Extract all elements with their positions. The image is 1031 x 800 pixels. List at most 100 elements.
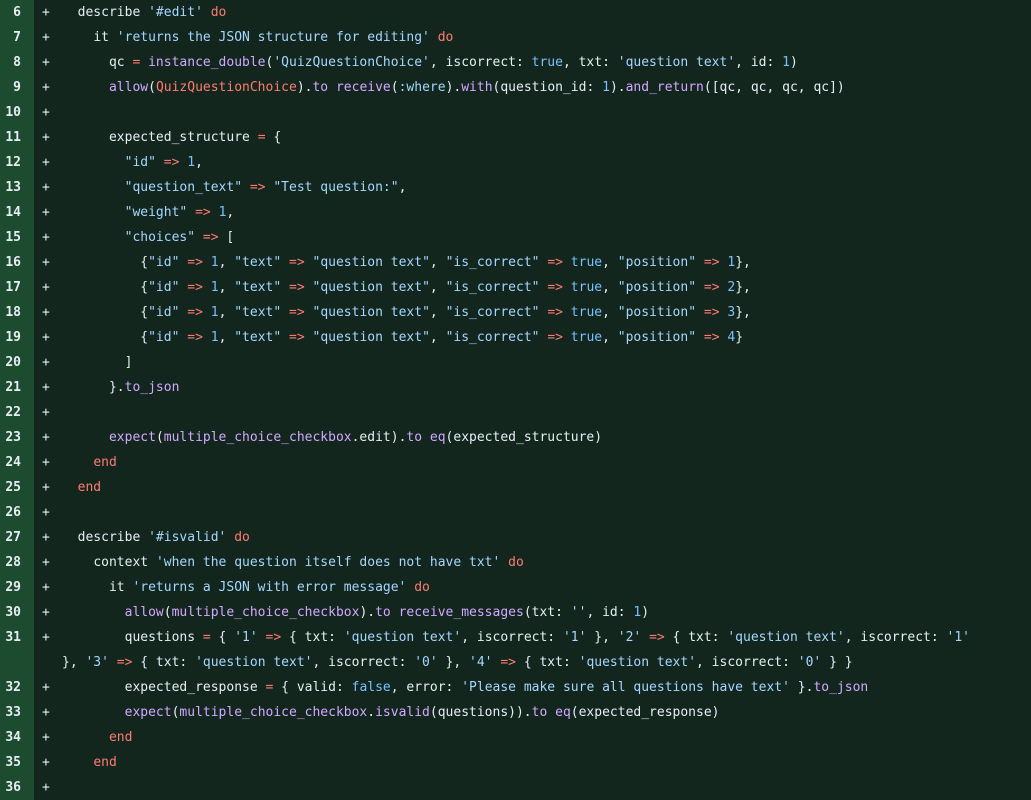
code-token: , iscorrect: (844, 630, 947, 645)
line-number-gutter[interactable]: 19 (0, 325, 34, 350)
code-token: false (351, 680, 391, 695)
line-number-gutter[interactable]: 28 (0, 550, 34, 575)
code-token: => (547, 280, 563, 295)
line-number-gutter[interactable]: 20 (0, 350, 34, 375)
line-number: 32 (5, 680, 21, 695)
code-token: 'QuizQuestionChoice' (273, 55, 430, 70)
line-number-gutter[interactable]: 9 (0, 75, 34, 100)
code-token: end (108, 730, 133, 745)
code-token: "id" (148, 330, 180, 345)
code-token: 'Please make sure all questions have tex… (461, 680, 790, 695)
line-number-gutter[interactable]: 30 (0, 600, 34, 625)
code-token: , error: (390, 680, 462, 695)
line-number-gutter[interactable]: 11 (0, 125, 34, 150)
diff-line: 11 + expected_structure = { (0, 125, 1031, 150)
line-number-gutter[interactable]: 29 (0, 575, 34, 600)
line-number-gutter[interactable]: 21 (0, 375, 34, 400)
code-token: do (414, 580, 430, 595)
line-number-gutter[interactable]: 36 (0, 775, 34, 800)
addition-marker: + (42, 255, 50, 270)
diff-line: 31 + questions = { '1' => { txt: 'questio… (0, 625, 1031, 675)
line-number-gutter[interactable]: 12 (0, 150, 34, 175)
line-number-gutter[interactable]: 24 (0, 450, 34, 475)
line-number-gutter[interactable]: 16 (0, 250, 34, 275)
line-number-gutter[interactable]: 25 (0, 475, 34, 500)
addition-marker: + (42, 280, 50, 295)
diff-line: 10 + (0, 100, 1031, 125)
code-token: receive (335, 80, 391, 95)
diff-line-body: + end (34, 750, 1031, 775)
code-token: "question text" (312, 330, 430, 345)
diff-line-body: + {"id" => 1, "text" => "question text",… (34, 275, 1031, 300)
code-token: , (602, 305, 618, 320)
code-token: => (289, 330, 305, 345)
addition-marker: + (42, 180, 50, 195)
code-token: { (62, 330, 149, 345)
code-token: , (429, 280, 446, 295)
line-number-gutter[interactable]: 32 (0, 675, 34, 700)
code-text: "choices" => [ (62, 225, 1025, 250)
code-token: describe (62, 530, 149, 545)
line-number-gutter[interactable]: 15 (0, 225, 34, 250)
diff-line-body: + questions = { '1' => { txt: 'question … (34, 625, 1031, 675)
line-number-gutter[interactable]: 14 (0, 200, 34, 225)
diff-line: 13 + "question_text" => "Test question:", (0, 175, 1031, 200)
code-token: ) (789, 55, 798, 70)
line-number-gutter[interactable]: 31 (0, 625, 34, 675)
code-token: , id: (735, 55, 783, 70)
code-token: isvalid (375, 705, 430, 720)
diff-line-body: + {"id" => 1, "text" => "question text",… (34, 250, 1031, 275)
addition-marker: + (42, 505, 50, 520)
line-number-gutter[interactable]: 23 (0, 425, 34, 450)
line-number-gutter[interactable]: 7 (0, 25, 34, 50)
line-number-gutter[interactable]: 33 (0, 700, 34, 725)
code-token: "choices" (124, 230, 196, 245)
line-number: 10 (5, 105, 21, 120)
addition-marker: + (42, 580, 50, 595)
diff-line: 17 + {"id" => 1, "text" => "question text… (0, 275, 1031, 300)
line-number-gutter[interactable]: 22 (0, 400, 34, 425)
diff-line: 18 + {"id" => 1, "text" => "question text… (0, 300, 1031, 325)
line-number: 22 (5, 405, 21, 420)
code-token: "weight" (124, 205, 188, 220)
code-token: to (406, 430, 423, 445)
addition-marker: + (42, 80, 50, 95)
code-text: {"id" => 1, "text" => "question text", "… (62, 300, 1025, 325)
line-number: 31 (5, 630, 21, 645)
line-number-gutter[interactable]: 13 (0, 175, 34, 200)
code-token: eq (555, 705, 571, 720)
code-token: '1' (562, 630, 587, 645)
line-number: 15 (5, 230, 21, 245)
code-token: true (531, 55, 563, 70)
code-token: => (649, 630, 665, 645)
addition-marker: + (42, 530, 50, 545)
line-number: 11 (5, 130, 21, 145)
code-token: "is_correct" (445, 330, 540, 345)
line-number-gutter[interactable]: 18 (0, 300, 34, 325)
diff-line-body: + expected_response = { valid: false, er… (34, 675, 1031, 700)
line-number-gutter[interactable]: 6 (0, 0, 34, 25)
diff-line: 16 + {"id" => 1, "text" => "question text… (0, 250, 1031, 275)
code-token: "is_correct" (445, 280, 540, 295)
code-token: => (547, 305, 563, 320)
line-number-gutter[interactable]: 26 (0, 500, 34, 525)
line-number-gutter[interactable]: 8 (0, 50, 34, 75)
line-number-gutter[interactable]: 17 (0, 275, 34, 300)
diff-line: 21 + }.to_json (0, 375, 1031, 400)
line-number-gutter[interactable]: 34 (0, 725, 34, 750)
line-number-gutter[interactable]: 27 (0, 525, 34, 550)
line-number-gutter[interactable]: 35 (0, 750, 34, 775)
code-token: questions (62, 630, 203, 645)
line-number-gutter[interactable]: 10 (0, 100, 34, 125)
line-number: 12 (5, 155, 21, 170)
diff-line: 36 + (0, 775, 1031, 800)
addition-marker: + (42, 605, 50, 620)
code-token: "question text" (312, 280, 430, 295)
